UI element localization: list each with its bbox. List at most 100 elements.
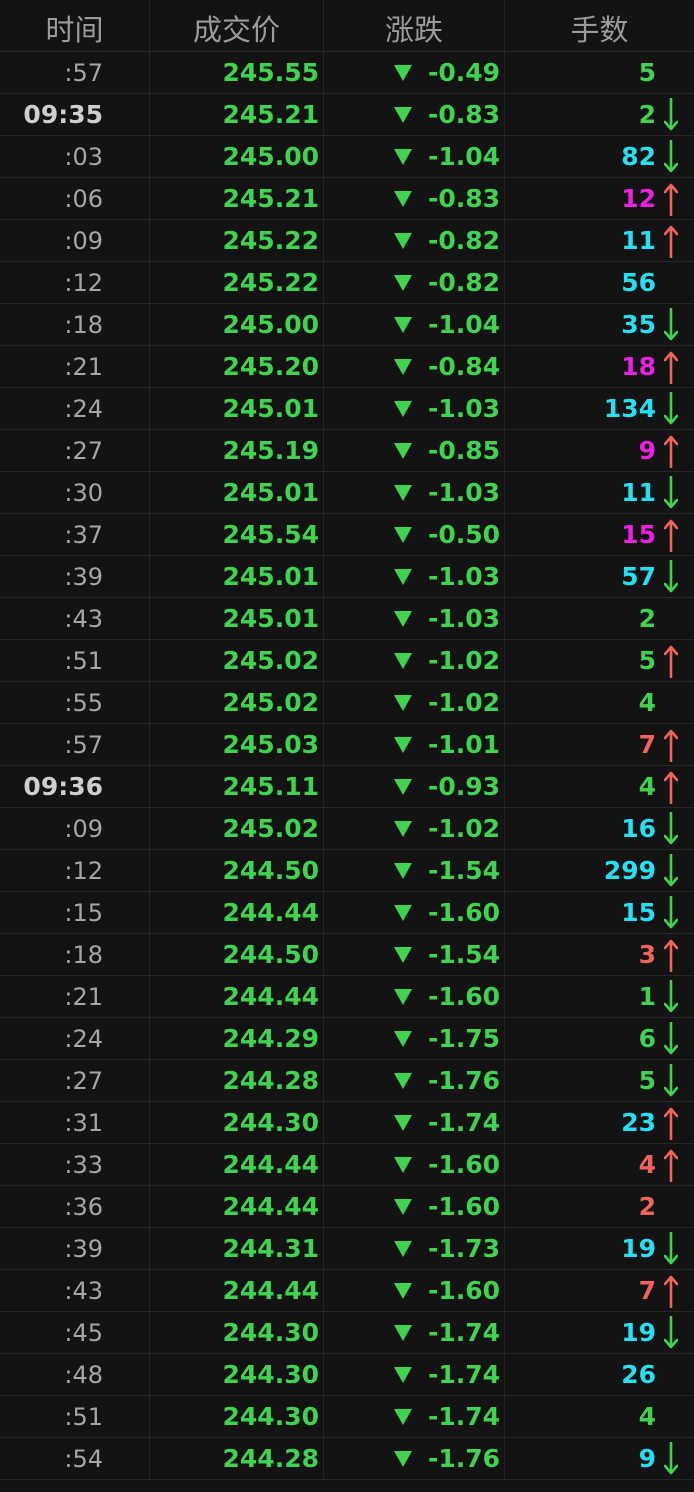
change-value: -1.76 [427,1444,500,1473]
change-cell: -0.50 [324,514,505,555]
table-row[interactable]: :43 245.01 -1.03 2 [0,598,694,640]
change-value: -0.85 [427,436,500,465]
table-row[interactable]: :06 245.21 -0.83 12 [0,178,694,220]
change-cell: -1.60 [324,1144,505,1185]
table-row[interactable]: :37 245.54 -0.50 15 [0,514,694,556]
price-cell: 244.30 [150,1312,324,1353]
change-value: -1.01 [427,730,500,759]
arrow-up-icon [664,224,678,258]
table-row[interactable]: 09:36 245.11 -0.93 4 [0,766,694,808]
time-cell: :36 [0,1186,150,1227]
volume-cell: 5 [505,52,694,93]
change-cell: -1.60 [324,976,505,1017]
volume-value: 299 [603,856,656,885]
table-row[interactable]: :12 244.50 -1.54 299 [0,850,694,892]
price-cell: 245.11 [150,766,324,807]
table-row[interactable]: :48 244.30 -1.74 26 [0,1354,694,1396]
tick-table[interactable]: 时间 成交价 涨跌 手数 :57 245.55 -0.49 5 09:35 245.21-… [0,0,694,1480]
header-time[interactable]: 时间 [0,0,150,51]
volume-value: 26 [621,1360,656,1389]
price-cell: 245.19 [150,430,324,471]
table-row[interactable]: :57 245.55 -0.49 5 [0,52,694,94]
table-row[interactable]: :03 245.00 -1.04 82 [0,136,694,178]
table-row[interactable]: :55 245.02 -1.02 4 [0,682,694,724]
volume-value: 16 [621,814,656,843]
volume-cell: 19 [505,1312,694,1353]
volume-value: 35 [621,310,656,339]
table-row[interactable]: :43 244.44 -1.60 7 [0,1270,694,1312]
table-row[interactable]: :54 244.28 -1.76 9 [0,1438,694,1480]
volume-cell: 1 [505,976,694,1017]
table-row[interactable]: :18 245.00 -1.04 35 [0,304,694,346]
volume-value: 15 [621,520,656,549]
time-cell: :09 [0,220,150,261]
table-row[interactable]: :24 244.29 -1.75 6 [0,1018,694,1060]
table-row[interactable]: :12 245.22 -0.82 56 [0,262,694,304]
change-cell: -1.54 [324,850,505,891]
header-change[interactable]: 涨跌 [324,0,505,51]
volume-value: 7 [638,1276,656,1305]
price-cell: 245.03 [150,724,324,765]
volume-cell: 15 [505,514,694,555]
change-value: -1.60 [427,1192,500,1221]
down-triangle-icon [393,526,412,543]
volume-value: 4 [638,772,656,801]
change-value: -1.03 [427,478,500,507]
table-header: 时间 成交价 涨跌 手数 [0,0,694,52]
down-triangle-icon [393,652,412,669]
arrow-up-icon [664,350,678,384]
change-value: -1.60 [427,982,500,1011]
table-row[interactable]: :30 245.01 -1.03 11 [0,472,694,514]
arrow-down-icon [664,1441,678,1476]
table-row[interactable]: :51 245.02 -1.02 5 [0,640,694,682]
volume-cell: 9 [505,1438,694,1479]
down-triangle-icon [393,1198,412,1215]
time-cell: :55 [0,682,150,723]
volume-cell: 5 [505,640,694,681]
table-row[interactable]: :24 245.01 -1.03 134 [0,388,694,430]
time-cell: :06 [0,178,150,219]
change-value: -0.82 [427,268,500,297]
table-row[interactable]: :39 244.31 -1.73 19 [0,1228,694,1270]
volume-value: 1 [638,982,656,1011]
header-price[interactable]: 成交价 [150,0,324,51]
table-row[interactable]: :21 245.20 -0.84 18 [0,346,694,388]
arrow-up-icon [664,1274,678,1308]
price-cell: 245.01 [150,598,324,639]
change-cell: -0.82 [324,220,505,261]
table-row[interactable]: :27 245.19 -0.85 9 [0,430,694,472]
change-value: -0.84 [427,352,500,381]
arrow-down-icon [664,1063,678,1098]
time-cell: :21 [0,976,150,1017]
volume-cell: 9 [505,430,694,471]
change-value: -1.02 [427,646,500,675]
table-row[interactable]: :15 244.44 -1.60 15 [0,892,694,934]
down-triangle-icon [393,568,412,585]
table-row[interactable]: :09 245.22 -0.82 11 [0,220,694,262]
tick-rows: :57 245.55 -0.49 5 09:35 245.21 -0.83 2:03 245.0… [0,52,694,1480]
volume-cell: 2 [505,94,694,135]
price-cell: 245.55 [150,52,324,93]
time-cell: :09 [0,808,150,849]
table-row[interactable]: :57 245.03 -1.01 7 [0,724,694,766]
table-row[interactable]: :39 245.01 -1.03 57 [0,556,694,598]
table-row[interactable]: :18 244.50 -1.54 3 [0,934,694,976]
table-row[interactable]: :36 244.44 -1.60 2 [0,1186,694,1228]
table-row[interactable]: :09 245.02 -1.02 16 [0,808,694,850]
volume-cell: 4 [505,1144,694,1185]
price-cell: 245.54 [150,514,324,555]
arrow-up-icon [664,644,678,678]
table-row[interactable]: :21 244.44 -1.60 1 [0,976,694,1018]
time-cell: :57 [0,724,150,765]
table-row[interactable]: :45 244.30 -1.74 19 [0,1312,694,1354]
table-row[interactable]: :33 244.44 -1.60 4 [0,1144,694,1186]
table-row[interactable]: :51 244.30 -1.74 4 [0,1396,694,1438]
down-triangle-icon [393,190,412,207]
table-row[interactable]: :31 244.30 -1.74 23 [0,1102,694,1144]
header-volume[interactable]: 手数 [505,0,694,51]
down-triangle-icon [393,1240,412,1257]
change-value: -1.03 [427,562,500,591]
table-row[interactable]: 09:35 245.21 -0.83 2 [0,94,694,136]
table-row[interactable]: :27 244.28 -1.76 5 [0,1060,694,1102]
change-value: -0.50 [427,520,500,549]
